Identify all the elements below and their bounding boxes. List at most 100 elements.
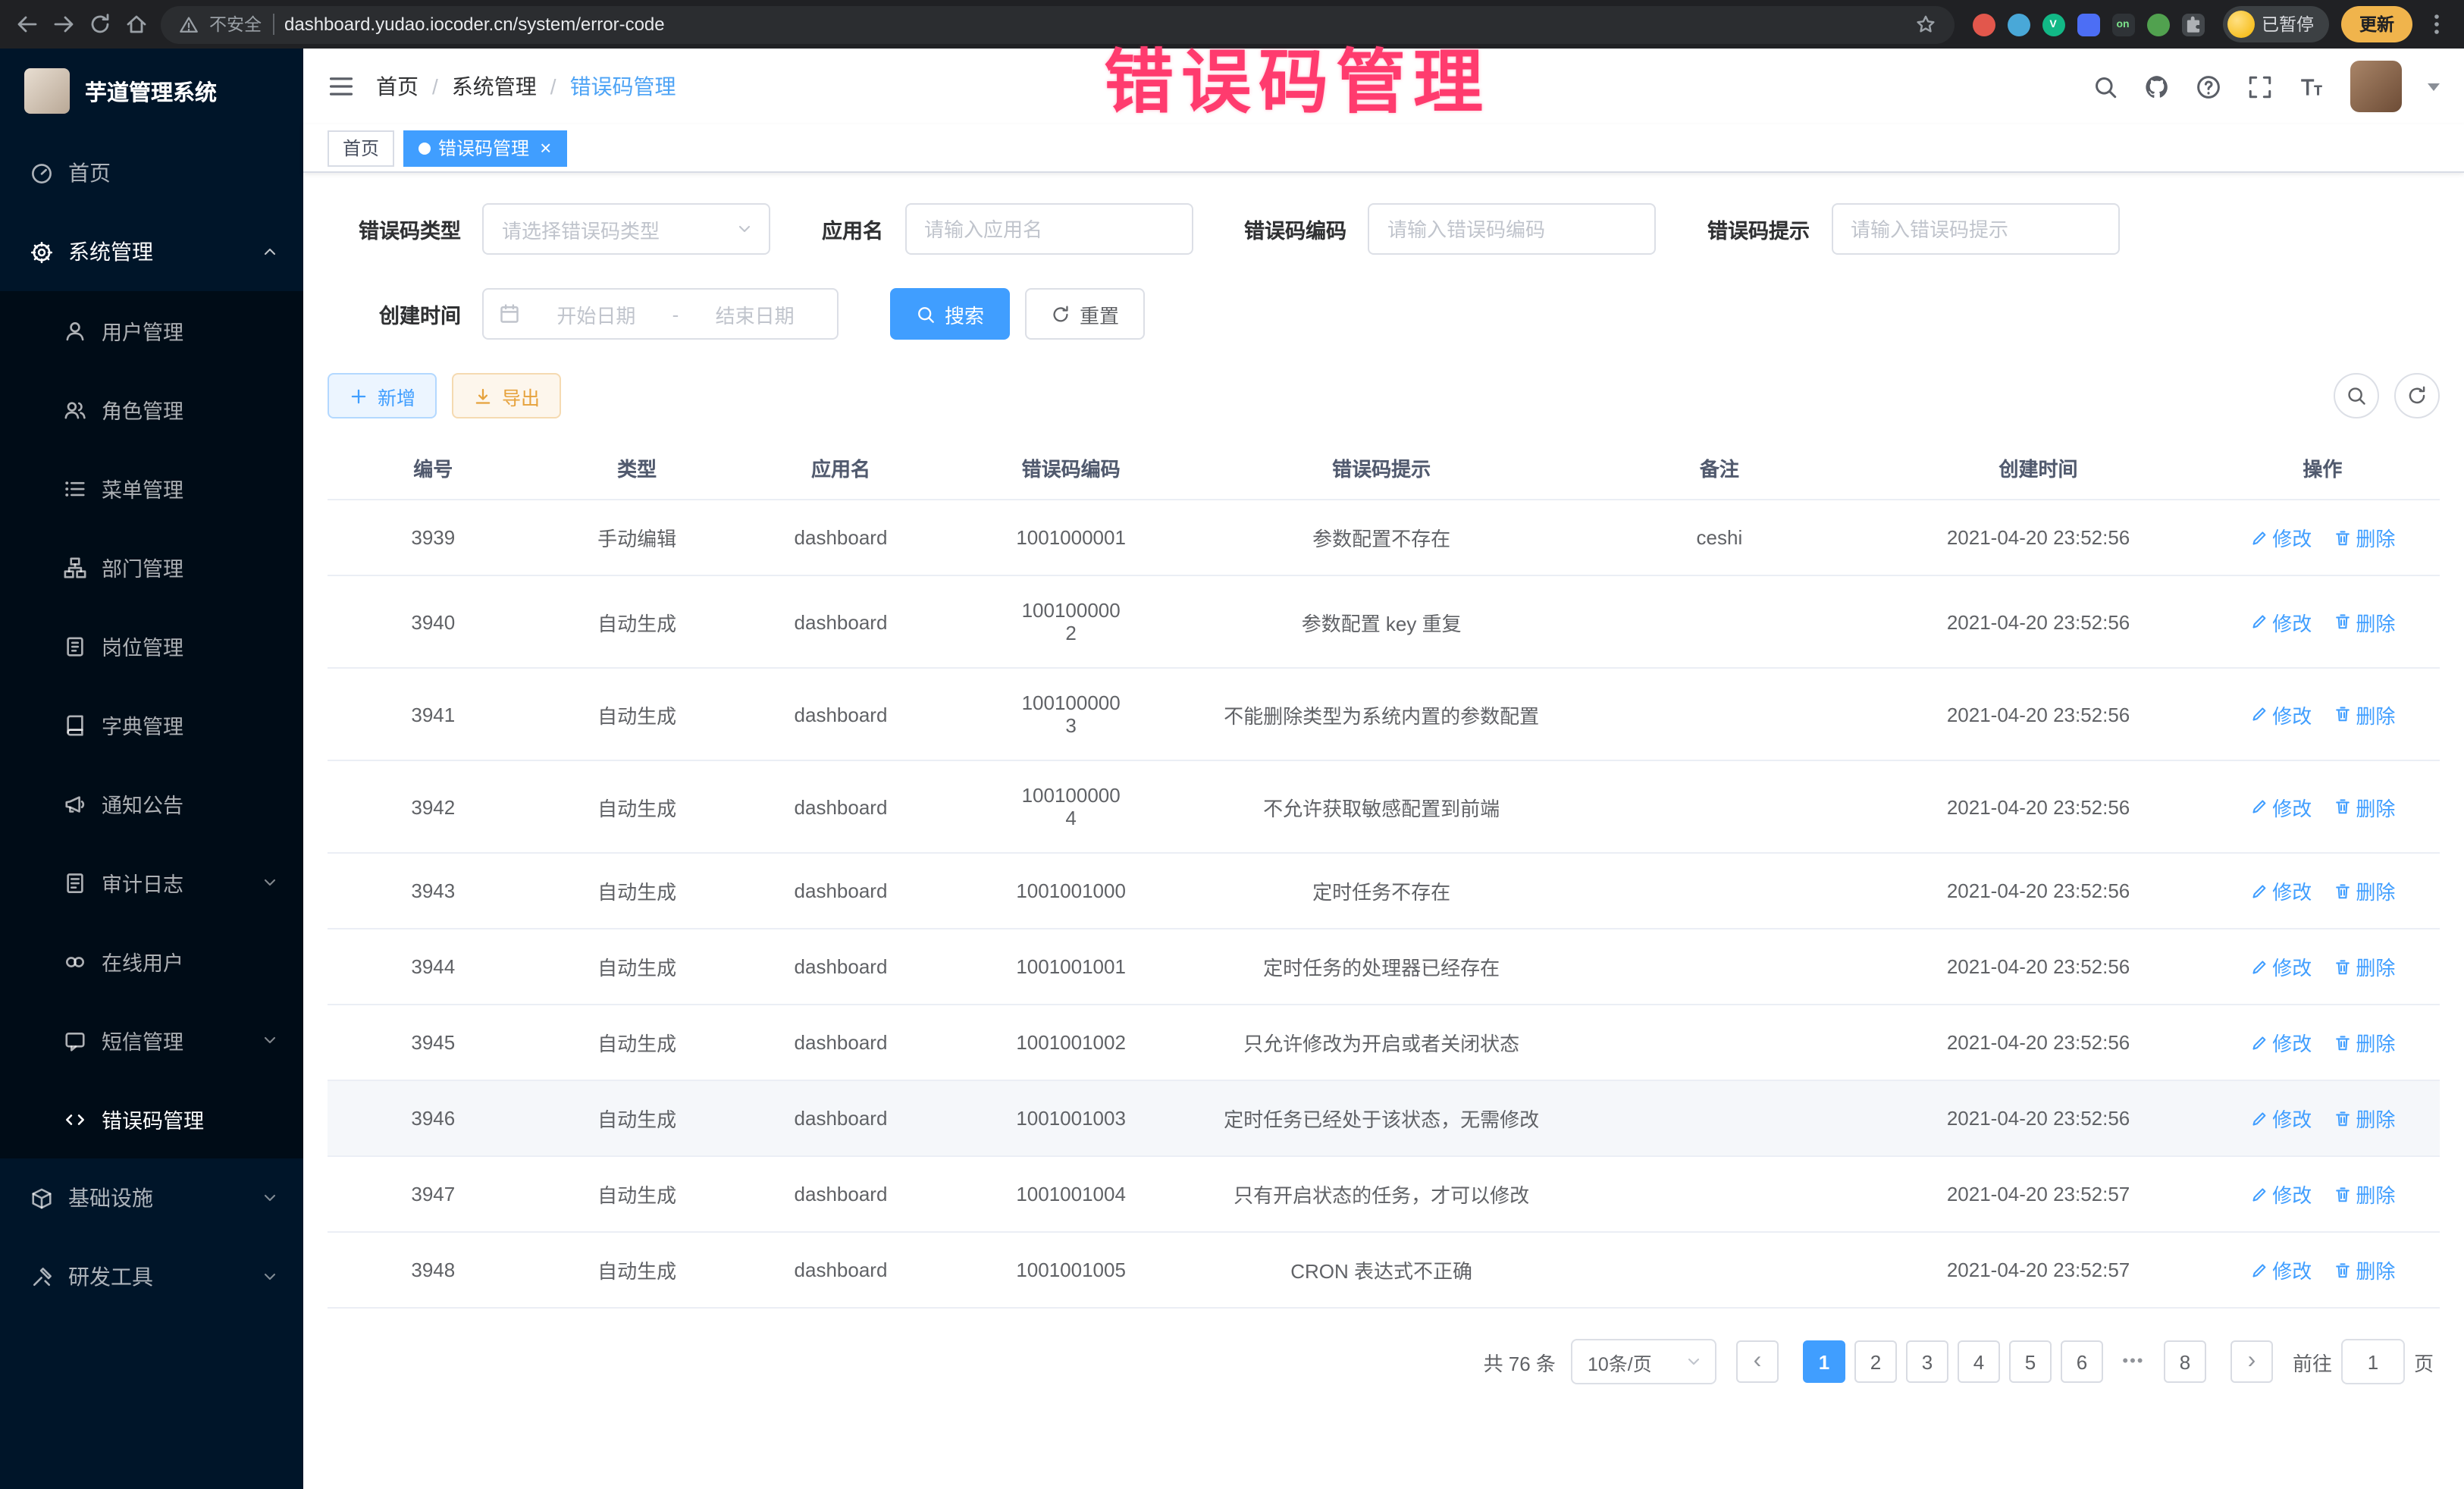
sidebar-item[interactable]: 用户管理	[0, 291, 303, 370]
sidebar-item[interactable]: 错误码管理	[0, 1080, 303, 1158]
font-size-icon[interactable]	[2299, 74, 2324, 99]
delete-link[interactable]: 删除	[2333, 607, 2395, 636]
sidebar-item[interactable]: 系统管理	[0, 212, 303, 291]
close-icon[interactable]: ×	[540, 138, 551, 158]
page-button-5[interactable]: 5	[2009, 1340, 2052, 1383]
extension-icon[interactable]	[2077, 13, 2099, 36]
browser-home-icon[interactable]	[124, 12, 149, 36]
browser-update-button[interactable]: 更新	[2341, 6, 2412, 42]
goto-page-input[interactable]	[2341, 1339, 2405, 1384]
browser-reload-icon[interactable]	[88, 12, 112, 36]
delete-link[interactable]: 删除	[2333, 952, 2395, 981]
sidebar-item[interactable]: 基础设施	[0, 1158, 303, 1237]
page-button-4[interactable]: 4	[1958, 1340, 2000, 1383]
edit-link[interactable]: 修改	[2249, 1255, 2312, 1284]
sidebar-item[interactable]: 在线用户	[0, 922, 303, 1001]
app-name-input[interactable]	[904, 203, 1193, 255]
sidebar-item[interactable]: 审计日志	[0, 843, 303, 922]
add-button-label: 新增	[378, 381, 415, 410]
error-type-select[interactable]: 请选择错误码类型	[482, 203, 770, 255]
table-row: 3946自动生成dashboard1001001003定时任务已经处于该状态，无…	[328, 1080, 2440, 1156]
tab-item[interactable]: 首页	[328, 130, 394, 166]
delete-link[interactable]: 删除	[2333, 1255, 2395, 1284]
extension-icon[interactable]	[2146, 13, 2169, 36]
browser-back-icon[interactable]	[15, 12, 39, 36]
sidebar-item[interactable]: 部门管理	[0, 528, 303, 607]
error-code-input[interactable]	[1368, 203, 1656, 255]
edit-link[interactable]: 修改	[2249, 1180, 2312, 1208]
next-page-button[interactable]: ›	[2230, 1340, 2273, 1383]
extension-icon[interactable]	[2007, 13, 2030, 36]
edit-link[interactable]: 修改	[2249, 523, 2312, 552]
extension-icon[interactable]	[2181, 13, 2204, 36]
edit-link[interactable]: 修改	[2249, 607, 2312, 636]
profile-chip[interactable]: 已暂停	[2222, 6, 2329, 42]
code-icon	[64, 1108, 86, 1130]
add-button[interactable]: 新增	[328, 373, 437, 418]
search-button[interactable]: 搜索	[890, 288, 1010, 340]
page-button-8[interactable]: 8	[2164, 1340, 2206, 1383]
cell-hint: 参数配置 key 重复	[1196, 575, 1567, 668]
extension-icon[interactable]: V	[2042, 13, 2064, 36]
prev-page-button[interactable]: ‹	[1736, 1340, 1779, 1383]
edit-link[interactable]: 修改	[2249, 792, 2312, 821]
delete-link[interactable]: 删除	[2333, 1180, 2395, 1208]
breadcrumb-item[interactable]: 系统管理	[452, 71, 537, 102]
address-bar[interactable]: 不安全 dashboard.yudao.iocoder.cn/system/er…	[161, 5, 1954, 43]
fullscreen-icon[interactable]	[2247, 74, 2273, 99]
delete-link[interactable]: 删除	[2333, 700, 2395, 729]
breadcrumb: 首页/系统管理/错误码管理	[376, 71, 676, 102]
edit-link[interactable]: 修改	[2249, 1104, 2312, 1133]
app-logo[interactable]: 芋道管理系统	[0, 49, 303, 133]
reset-button[interactable]: 重置	[1025, 288, 1145, 340]
caret-down-icon[interactable]	[2428, 83, 2440, 90]
sidebar-toggle-icon[interactable]	[328, 73, 355, 100]
cell-remark	[1567, 929, 1871, 1005]
sidebar-item[interactable]: 研发工具	[0, 1237, 303, 1316]
toggle-search-button[interactable]	[2334, 373, 2379, 418]
user-avatar[interactable]	[2350, 61, 2402, 112]
delete-link[interactable]: 删除	[2333, 876, 2395, 905]
date-range-picker[interactable]: 开始日期 - 结束日期	[482, 288, 839, 340]
delete-link[interactable]: 删除	[2333, 1104, 2395, 1133]
delete-link[interactable]: 删除	[2333, 1028, 2395, 1057]
search-icon[interactable]	[2093, 74, 2118, 99]
cell-actions: 修改删除	[2205, 929, 2440, 1005]
edit-link[interactable]: 修改	[2249, 1028, 2312, 1057]
edit-link[interactable]: 修改	[2249, 876, 2312, 905]
bookmark-star-icon[interactable]	[1914, 14, 1936, 35]
sidebar-item[interactable]: 短信管理	[0, 1001, 303, 1080]
sidebar-item-label: 用户管理	[102, 315, 279, 346]
more-pages-button[interactable]: •••	[2112, 1340, 2155, 1383]
cell-hint: 定时任务不存在	[1196, 853, 1567, 929]
page-button-2[interactable]: 2	[1854, 1340, 1897, 1383]
extension-icon[interactable]: on	[2111, 13, 2134, 36]
delete-link[interactable]: 删除	[2333, 792, 2395, 821]
github-icon[interactable]	[2144, 74, 2170, 99]
sidebar-item[interactable]: 字典管理	[0, 685, 303, 764]
page-button-1[interactable]: 1	[1803, 1340, 1845, 1383]
chevron-down-icon	[1685, 1353, 1703, 1371]
edit-link[interactable]: 修改	[2249, 952, 2312, 981]
tab-active[interactable]: 错误码管理×	[403, 130, 566, 166]
browser-forward-icon[interactable]	[52, 12, 76, 36]
delete-link[interactable]: 删除	[2333, 523, 2395, 552]
page-button-3[interactable]: 3	[1906, 1340, 1948, 1383]
error-hint-input[interactable]	[1831, 203, 2119, 255]
sidebar-item[interactable]: 岗位管理	[0, 607, 303, 685]
help-icon[interactable]	[2196, 74, 2221, 99]
breadcrumb-item[interactable]: 首页	[376, 71, 419, 102]
sidebar-item[interactable]: 首页	[0, 133, 303, 212]
table-row: 3939手动编辑dashboard1001000001参数配置不存在ceshi2…	[328, 500, 2440, 575]
app-header: 首页/系统管理/错误码管理	[303, 49, 2464, 124]
refresh-table-button[interactable]	[2394, 373, 2440, 418]
sidebar-item[interactable]: 角色管理	[0, 370, 303, 449]
page-button-6[interactable]: 6	[2061, 1340, 2103, 1383]
sidebar-item[interactable]: 通知公告	[0, 764, 303, 843]
export-button[interactable]: 导出	[452, 373, 561, 418]
browser-menu-icon[interactable]	[2425, 12, 2449, 36]
edit-link[interactable]: 修改	[2249, 700, 2312, 729]
page-size-select[interactable]: 10条/页	[1571, 1339, 1716, 1384]
extension-icon[interactable]	[1972, 13, 1995, 36]
sidebar-item[interactable]: 菜单管理	[0, 449, 303, 528]
